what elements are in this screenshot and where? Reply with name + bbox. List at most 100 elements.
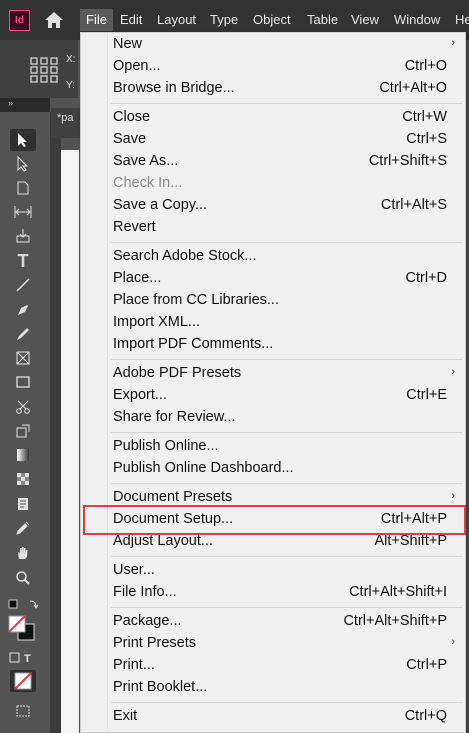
eyedropper-tool-icon[interactable]	[10, 517, 36, 539]
line-tool-icon[interactable]	[10, 274, 36, 296]
menu-item-browse-in-bridge[interactable]: Browse in Bridge... Ctrl+Alt+O	[81, 78, 465, 100]
page-tool-icon[interactable]	[10, 177, 36, 199]
menu-separator	[111, 607, 463, 608]
menu-item-place-from-cc-libraries[interactable]: Place from CC Libraries...	[81, 290, 465, 312]
content-collector-tool-icon[interactable]	[10, 225, 36, 247]
reference-point-icon[interactable]	[30, 57, 58, 83]
scissors-tool-icon[interactable]	[10, 396, 36, 418]
formatting-container-icon[interactable]: T	[6, 647, 40, 669]
svg-text:T: T	[24, 653, 31, 665]
menu-he[interactable]: He	[449, 9, 469, 31]
menu-item-label: Place from CC Libraries...	[113, 292, 279, 308]
pencil-tool-icon[interactable]	[10, 323, 36, 345]
document-page[interactable]	[61, 150, 79, 733]
menu-item-import-xml[interactable]: Import XML...	[81, 312, 465, 334]
menu-item-shortcut: Ctrl+Shift+S	[368, 153, 447, 169]
menu-item-print[interactable]: Print... Ctrl+P	[81, 655, 465, 677]
selection-tool-icon[interactable]	[10, 129, 36, 151]
menu-table[interactable]: Table	[301, 9, 344, 31]
y-label: Y:	[66, 80, 75, 91]
x-label: X:	[66, 54, 76, 65]
gradient-swatch-tool-icon[interactable]	[10, 444, 36, 466]
menu-item-shortcut: Ctrl+Alt+S	[380, 197, 447, 213]
menu-item-shortcut: Ctrl+Q	[404, 708, 447, 724]
fill-stroke-swatch-icon[interactable]	[6, 614, 40, 642]
menu-item-label: Browse in Bridge...	[113, 80, 235, 96]
tools-panel-header[interactable]: »	[0, 98, 50, 112]
gap-tool-icon[interactable]	[10, 201, 36, 223]
menu-item-publish-online[interactable]: Publish Online...	[81, 436, 465, 458]
menu-item-label: Document Presets	[113, 489, 233, 505]
menu-item-adobe-pdf-presets[interactable]: Adobe PDF Presets ›	[81, 363, 465, 385]
menu-item-share-for-review[interactable]: Share for Review...	[81, 407, 465, 429]
menu-item-label: Place...	[113, 270, 162, 286]
menu-item-label: Package...	[113, 613, 182, 629]
home-icon[interactable]	[44, 10, 64, 30]
direct-selection-tool-icon[interactable]	[10, 153, 36, 175]
menu-item-print-booklet[interactable]: Print Booklet...	[81, 677, 465, 699]
menu-item-save[interactable]: Save Ctrl+S	[81, 129, 465, 151]
zoom-tool-icon[interactable]	[10, 567, 36, 589]
menu-item-label: User...	[113, 562, 155, 578]
menu-item-publish-online-dashboard[interactable]: Publish Online Dashboard...	[81, 458, 465, 480]
menu-item-package[interactable]: Package... Ctrl+Alt+Shift+P	[81, 611, 465, 633]
note-tool-icon[interactable]	[10, 493, 36, 515]
submenu-arrow-icon: ›	[451, 37, 455, 49]
submenu-arrow-icon: ›	[451, 366, 455, 378]
apply-none-icon[interactable]	[10, 670, 36, 692]
collapse-icon[interactable]: »	[8, 98, 13, 108]
menu-layout[interactable]: Layout	[151, 9, 202, 31]
submenu-arrow-icon: ›	[451, 490, 455, 502]
menu-separator	[111, 359, 463, 360]
type-tool-icon[interactable]: T	[10, 250, 36, 272]
menu-item-search-adobe-stock[interactable]: Search Adobe Stock...	[81, 246, 465, 268]
menu-item-file-info[interactable]: File Info... Ctrl+Alt+Shift+I	[81, 582, 465, 604]
menu-item-label: New	[113, 36, 143, 52]
menu-edit[interactable]: Edit	[114, 9, 148, 31]
menu-item-exit[interactable]: Exit Ctrl+Q	[81, 706, 465, 728]
menu-item-label: Save As...	[113, 153, 179, 169]
menu-item-label: Share for Review...	[113, 409, 236, 425]
pen-tool-icon[interactable]	[10, 299, 36, 321]
menu-item-label: Adobe PDF Presets	[113, 365, 242, 381]
menu-item-save-a-copy[interactable]: Save a Copy... Ctrl+Alt+S	[81, 195, 465, 217]
control-bar: X: Y:	[0, 40, 78, 98]
menu-file[interactable]: File	[80, 9, 113, 31]
menu-item-label: Print Booklet...	[113, 679, 208, 695]
menu-item-label: Print Presets	[113, 635, 196, 651]
menu-item-close[interactable]: Close Ctrl+W	[81, 107, 465, 129]
menu-item-print-presets[interactable]: Print Presets ›	[81, 633, 465, 655]
document-tab[interactable]: *pa	[51, 108, 81, 138]
menu-item-label: Save a Copy...	[113, 197, 208, 213]
menu-item-open[interactable]: Open... Ctrl+O	[81, 56, 465, 78]
menu-separator	[111, 432, 463, 433]
menu-window[interactable]: Window	[388, 9, 446, 31]
menu-item-label: Search Adobe Stock...	[113, 248, 257, 264]
swap-fill-stroke-icon[interactable]	[6, 594, 40, 616]
gradient-feather-tool-icon[interactable]	[10, 468, 36, 490]
menu-item-label: Open...	[113, 58, 161, 74]
menu-item-shortcut: Ctrl+E	[406, 387, 447, 403]
vertical-ruler	[51, 138, 61, 733]
rectangle-tool-icon[interactable]	[10, 371, 36, 393]
menu-item-new[interactable]: New ›	[81, 34, 465, 56]
free-transform-tool-icon[interactable]	[10, 420, 36, 442]
menu-item-shortcut: Ctrl+Alt+O	[379, 80, 447, 96]
menu-item-revert[interactable]: Revert	[81, 217, 465, 239]
menu-item-user[interactable]: User...	[81, 560, 465, 582]
hand-tool-icon[interactable]	[10, 542, 36, 564]
menu-item-save-as[interactable]: Save As... Ctrl+Shift+S	[81, 151, 465, 173]
menu-item-export[interactable]: Export... Ctrl+E	[81, 385, 465, 407]
menu-item-label: Export...	[113, 387, 167, 403]
menu-separator	[111, 483, 463, 484]
file-menu-dropdown: New › Open... Ctrl+O Browse in Bridge... Ctrl…	[80, 32, 466, 733]
menu-item-place[interactable]: Place... Ctrl+D	[81, 268, 465, 290]
menu-view[interactable]: View	[345, 9, 385, 31]
menu-item-label: Save	[113, 131, 147, 147]
menu-item-import-pdf-comments[interactable]: Import PDF Comments...	[81, 334, 465, 356]
menu-type[interactable]: Type	[204, 9, 244, 31]
menu-object[interactable]: Object	[247, 9, 297, 31]
menu-item-shortcut: Alt+Shift+P	[374, 533, 447, 549]
screen-mode-icon[interactable]	[10, 700, 36, 722]
rectangle-frame-tool-icon[interactable]	[10, 347, 36, 369]
